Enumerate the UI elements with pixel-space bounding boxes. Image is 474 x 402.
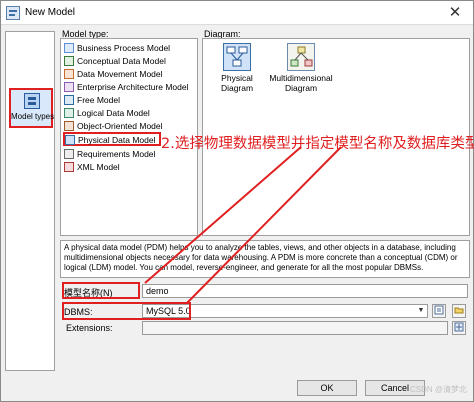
new-model-dialog: New Model ✕ Model types Model type: Diag… (0, 0, 474, 402)
oom-icon (64, 120, 74, 131)
xml-icon (64, 161, 74, 172)
extensions-input[interactable] (142, 321, 448, 335)
folder-icon (454, 307, 464, 314)
model-type-item-xml[interactable]: XML Model (64, 160, 195, 172)
bpm-icon (64, 42, 74, 53)
free-model-icon (64, 94, 74, 105)
model-type-item-logical-data[interactable]: Logical Data Model (64, 106, 195, 118)
multidimensional-diagram-icon (287, 43, 315, 71)
model-name-input[interactable]: demo (142, 284, 468, 298)
diagram-label-physical: Physical Diagram (220, 73, 254, 93)
model-type-item-enterprise-architecture[interactable]: Enterprise Architecture Model (64, 80, 195, 92)
close-button[interactable]: ✕ (441, 1, 469, 24)
model-type-item-object-oriented[interactable]: Object-Oriented Model (64, 119, 195, 131)
model-types-icon (24, 93, 40, 109)
physical-diagram-icon (223, 43, 251, 71)
model-type-item-free[interactable]: Free Model (64, 93, 195, 105)
dbms-browse-button[interactable] (452, 304, 466, 318)
dmm-icon (64, 68, 74, 79)
annotation-text: 2.选择物理数据模型并指定模型名称及数据库类型 (161, 136, 474, 152)
ldm-icon (64, 107, 74, 118)
requirements-icon (64, 148, 74, 159)
extensions-label: Extensions: (66, 323, 113, 333)
model-name-highlight (62, 282, 140, 299)
extensions-icon (454, 322, 464, 332)
extensions-select-button[interactable] (452, 321, 466, 335)
eam-icon (64, 81, 74, 92)
window-title: New Model (25, 7, 76, 18)
diagram-item-physical[interactable]: Physical Diagram (205, 43, 269, 93)
category-panel: Model types (5, 31, 55, 371)
app-icon (6, 6, 20, 20)
pdm-icon (65, 134, 75, 145)
dbms-highlight (62, 302, 191, 320)
model-types-label: Model types (11, 112, 55, 121)
model-type-item-physical-data[interactable]: Physical Data Model (63, 132, 161, 146)
model-type-item-conceptual-data[interactable]: Conceptual Data Model (64, 54, 195, 66)
properties-icon (434, 305, 444, 315)
title-bar: New Model ✕ (1, 1, 473, 25)
chevron-down-icon: ▼ (417, 307, 425, 314)
model-description: A physical data model (PDM) helps you to… (60, 240, 470, 278)
diagram-item-multidimensional[interactable]: Multidimensional Diagram (269, 43, 333, 93)
watermark-text: CSDN @清梦北 (409, 385, 467, 394)
model-types-category[interactable]: Model types (9, 88, 55, 128)
model-type-item-business-process[interactable]: Business Process Model (64, 41, 195, 53)
diagram-label-multidimensional: Multidimensional Diagram (269, 73, 333, 93)
cdm-icon (64, 55, 74, 66)
model-type-item-data-movement[interactable]: Data Movement Model (64, 67, 195, 79)
dbms-properties-button[interactable] (432, 304, 446, 318)
ok-button[interactable]: OK (297, 380, 357, 396)
